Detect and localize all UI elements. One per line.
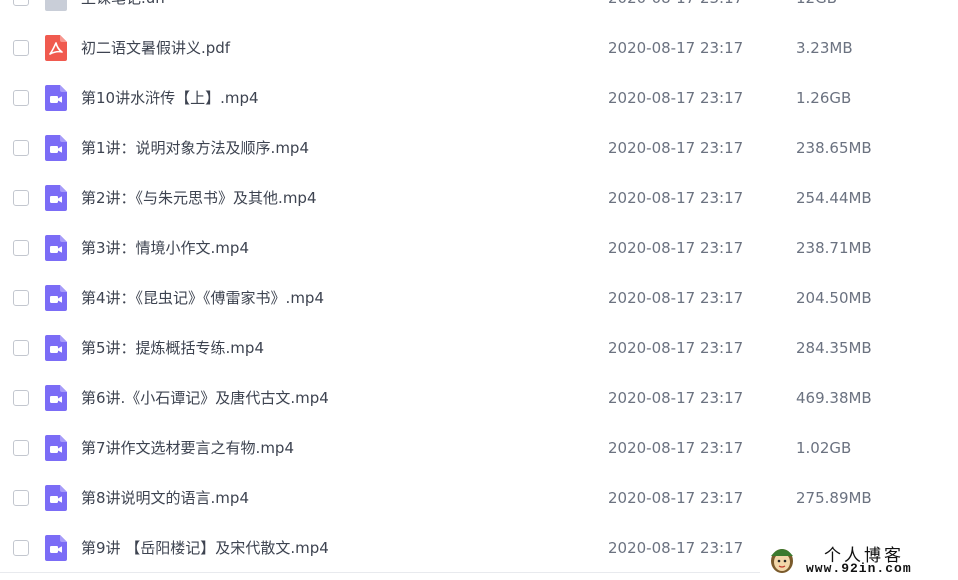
file-name-link[interactable]: 第1讲：说明对象方法及顺序.mp4 xyxy=(81,138,309,158)
row-checkbox[interactable] xyxy=(13,290,29,306)
file-modified-date: 2020-08-17 23:17 xyxy=(608,439,744,457)
file-row[interactable]: 初二语文暑假讲义.pdf 2020-08-17 23:17 3.23MB xyxy=(0,25,958,75)
file-size: 275.89MB xyxy=(796,489,872,507)
file-name-link[interactable]: 第6讲.《小石谭记》及唐代古文.mp4 xyxy=(81,388,329,408)
file-size: 3.23MB xyxy=(796,39,853,57)
file-row[interactable]: 第6讲.《小石谭记》及唐代古文.mp4 2020-08-17 23:17 469.3… xyxy=(0,375,958,425)
video-file-icon-graphic xyxy=(45,185,67,211)
row-checkbox[interactable] xyxy=(13,340,29,356)
file-modified-date: 2020-08-17 23:17 xyxy=(608,539,744,557)
video-file-icon[interactable] xyxy=(45,485,67,511)
video-file-icon[interactable] xyxy=(45,335,67,361)
file-row[interactable]: 第1讲：说明对象方法及顺序.mp4 2020-08-17 23:17 238.65M… xyxy=(0,125,958,175)
file-modified-date: 2020-08-17 23:17 xyxy=(608,489,744,507)
row-checkbox[interactable] xyxy=(13,40,29,56)
row-checkbox[interactable] xyxy=(13,240,29,256)
video-file-icon-graphic xyxy=(45,285,67,311)
file-row[interactable]: 第10讲水浒传【上】.mp4 2020-08-17 23:17 1.26GB xyxy=(0,75,958,125)
row-checkbox[interactable] xyxy=(13,190,29,206)
blogger-avatar-icon xyxy=(771,549,793,573)
video-file-icon[interactable] xyxy=(45,85,67,111)
file-row[interactable]: 第8讲说明文的语言.mp4 2020-08-17 23:17 275.89MB xyxy=(0,475,958,525)
file-row[interactable]: 第2讲：《与朱元思书》及其他.mp4 2020-08-17 23:17 254.44… xyxy=(0,175,958,225)
video-file-icon-graphic xyxy=(45,335,67,361)
watermark: 个人博客 www.92in.com xyxy=(762,540,958,580)
row-checkbox[interactable] xyxy=(13,140,29,156)
video-file-icon[interactable] xyxy=(45,235,67,261)
video-file-icon[interactable] xyxy=(45,535,67,561)
file-size: 204.50MB xyxy=(796,289,872,307)
file-row[interactable]: 第3讲：情境小作文.mp4 2020-08-17 23:17 238.71MB xyxy=(0,225,958,275)
watermark-url: www.92in.com xyxy=(806,561,912,576)
file-size: 238.65MB xyxy=(796,139,872,157)
row-checkbox[interactable] xyxy=(13,440,29,456)
file-name-link[interactable]: 第7讲作文选材要言之有物.mp4 xyxy=(81,438,294,458)
file-row[interactable]: 第5讲：提炼概括专练.mp4 2020-08-17 23:17 284.35MB xyxy=(0,325,958,375)
file-name-link[interactable]: 第9讲 【岳阳楼记】及宋代散文.mp4 xyxy=(81,538,329,558)
generic-file-icon[interactable] xyxy=(45,0,67,11)
row-checkbox[interactable] xyxy=(13,490,29,506)
video-file-icon[interactable] xyxy=(45,135,67,161)
file-modified-date: 2020-08-17 23:17 xyxy=(608,389,744,407)
file-row[interactable]: 上课笔记.un 2020-08-17 23:17 12GB xyxy=(0,0,958,25)
file-modified-date: 2020-08-17 23:17 xyxy=(608,289,744,307)
file-modified-date: 2020-08-17 23:17 xyxy=(608,139,744,157)
file-row[interactable]: 第7讲作文选材要言之有物.mp4 2020-08-17 23:17 1.02GB xyxy=(0,425,958,475)
file-name-link[interactable]: 第10讲水浒传【上】.mp4 xyxy=(81,88,259,108)
file-size: 12GB xyxy=(796,0,837,8)
file-size: 1.26GB xyxy=(796,89,852,107)
file-modified-date: 2020-08-17 23:17 xyxy=(608,39,744,57)
file-size: 254.44MB xyxy=(796,189,872,207)
file-modified-date: 2020-08-17 23:17 xyxy=(608,89,744,107)
pdf-file-icon[interactable] xyxy=(45,35,67,61)
video-file-icon[interactable] xyxy=(45,285,67,311)
video-file-icon-graphic xyxy=(45,485,67,511)
file-modified-date: 2020-08-17 23:17 xyxy=(608,239,744,257)
video-file-icon-graphic xyxy=(45,85,67,111)
file-modified-date: 2020-08-17 23:17 xyxy=(608,339,744,357)
video-file-icon-graphic xyxy=(45,235,67,261)
file-name-link[interactable]: 第2讲：《与朱元思书》及其他.mp4 xyxy=(81,188,317,208)
file-name-link[interactable]: 上课笔记.un xyxy=(81,0,165,8)
file-name-link[interactable]: 第3讲：情境小作文.mp4 xyxy=(81,238,249,258)
file-size: 284.35MB xyxy=(796,339,872,357)
video-file-icon[interactable] xyxy=(45,185,67,211)
video-file-icon[interactable] xyxy=(45,435,67,461)
file-name-link[interactable]: 第4讲：《昆虫记》《傅雷家书》.mp4 xyxy=(81,288,324,308)
row-checkbox[interactable] xyxy=(13,540,29,556)
file-name-link[interactable]: 初二语文暑假讲义.pdf xyxy=(81,38,230,58)
video-file-icon-graphic xyxy=(45,385,67,411)
row-checkbox[interactable] xyxy=(13,0,29,6)
pdf-file-icon-graphic xyxy=(45,35,67,61)
file-modified-date: 2020-08-17 23:17 xyxy=(608,189,744,207)
file-name-link[interactable]: 第8讲说明文的语言.mp4 xyxy=(81,488,249,508)
video-file-icon-graphic xyxy=(45,135,67,161)
file-row[interactable]: 第4讲：《昆虫记》《傅雷家书》.mp4 2020-08-17 23:17 204.5… xyxy=(0,275,958,325)
list-bottom-divider xyxy=(0,572,760,573)
file-modified-date: 2020-08-17 23:17 xyxy=(608,0,743,8)
file-size: 469.38MB xyxy=(796,389,872,407)
file-size: 238.71MB xyxy=(796,239,872,257)
generic-file-icon-graphic xyxy=(45,0,67,11)
file-list: 上课笔记.un 2020-08-17 23:17 12GB 初二语文暑假讲义.pdf 2… xyxy=(0,0,958,575)
row-checkbox[interactable] xyxy=(13,90,29,106)
video-file-icon-graphic xyxy=(45,535,67,561)
file-size: 1.02GB xyxy=(796,439,852,457)
file-name-link[interactable]: 第5讲：提炼概括专练.mp4 xyxy=(81,338,264,358)
video-file-icon[interactable] xyxy=(45,385,67,411)
row-checkbox[interactable] xyxy=(13,390,29,406)
video-file-icon-graphic xyxy=(45,435,67,461)
